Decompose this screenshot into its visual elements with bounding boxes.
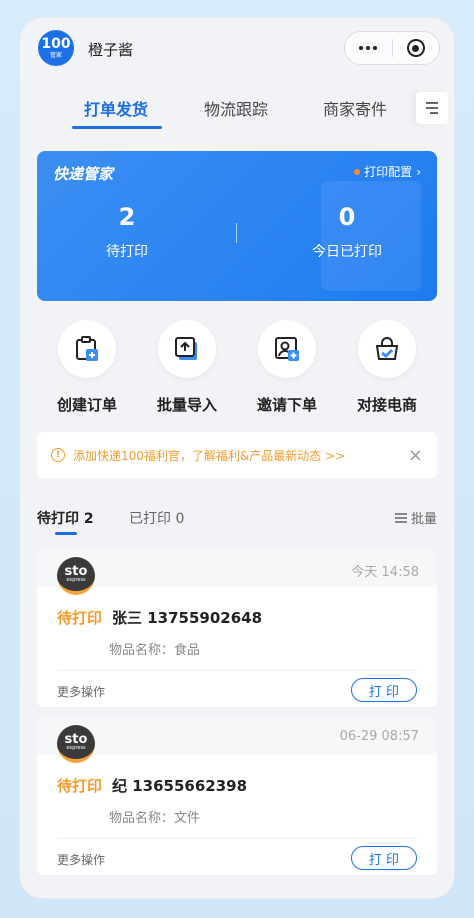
create-order-button[interactable]: 创建订单 [37,320,137,415]
create-order-label: 创建订单 [56,396,117,414]
print-button[interactable]: 打 印 [351,846,417,870]
chevron-right-icon: › [416,164,421,179]
batch-import-button[interactable]: 批量导入 [137,320,237,415]
tab-logistics-track[interactable]: 物流跟踪 [204,96,268,120]
tab-menu-icon[interactable] [416,92,448,124]
notice-bar[interactable]: ! 添加快递100福利官，了解福利&产品最新动态 >> × [37,432,437,478]
order-time: 今天 14:58 [351,565,419,580]
order-card[interactable]: sto express 06-29 08:57 待打印 纪 13655662398… [37,717,437,875]
order-tabs: 待打印 2 已打印 0 批量 [37,508,437,538]
order-tab-indicator [55,532,77,535]
batch-import-icon [175,337,197,360]
ecommerce-icon [375,337,399,360]
ecommerce-label: 对接电商 [356,396,417,414]
mini-program-capsule [344,31,440,65]
more-actions-link[interactable]: 更多操作 [57,683,105,700]
shop-name: 橙子酱 [88,41,134,59]
printed-today-count: 0 [338,203,356,231]
recipient-name-phone: 纪 13655662398 [112,777,248,795]
close-icon[interactable]: × [408,445,423,466]
tab-merchant-send[interactable]: 商家寄件 [323,96,387,120]
order-time: 06-29 08:57 [339,729,419,744]
notify-dot-icon [354,168,361,175]
batch-import-label: 批量导入 [156,396,217,414]
target-icon [406,39,425,57]
tab-pending[interactable]: 待打印 2 [37,508,94,528]
printed-today-stat[interactable]: 0 今日已打印 [257,203,437,261]
order-card[interactable]: sto express 今天 14:58 待打印 张三 13755902648 物… [37,549,437,707]
invite-order-icon [275,337,299,361]
more-dots-icon [359,46,378,50]
print-config-link[interactable]: 打印配置 › [354,163,421,180]
pending-stat[interactable]: 2 待打印 [37,203,217,261]
recipient-name-phone: 张三 13755902648 [112,609,263,627]
main-tabs: 打单发货 物流跟踪 商家寄件 [20,92,454,136]
create-order-icon [76,336,98,361]
tab-print-ship[interactable]: 打单发货 [84,96,148,120]
close-program-button[interactable] [393,32,440,64]
brand-title: 快递管家 [53,165,114,183]
tab-active-indicator [72,126,162,129]
printed-today-label: 今日已打印 [312,244,382,260]
top-bar: 100 管家 橙子酱 [20,18,454,82]
list-icon [394,512,407,523]
print-button[interactable]: 打 印 [351,678,417,702]
invite-order-button[interactable]: 邀请下单 [237,320,337,415]
app-logo: 100 管家 [38,30,74,66]
pending-count: 2 [118,203,136,231]
more-menu-button[interactable] [345,32,392,64]
app-window: 100 管家 橙子酱 打单发货 物流跟踪 商家寄件 快递管家 打印配置 › 2 … [20,18,454,898]
info-icon: ! [51,448,65,462]
ecommerce-button[interactable]: 对接电商 [337,320,437,415]
batch-label: 批量 [410,512,437,527]
notice-text: 添加快递100福利官，了解福利&产品最新动态 >> [73,448,346,463]
logo-text: 100 [41,36,71,52]
print-summary-card: 快递管家 打印配置 › 2 待打印 0 今日已打印 [37,151,437,301]
item-name: 物品名称：文件 [109,811,201,826]
batch-button[interactable]: 批量 [394,508,437,527]
tab-printed[interactable]: 已打印 0 [129,508,184,528]
item-name: 物品名称：食品 [109,643,201,658]
quick-actions: 创建订单 批量导入 邀请下单 对接电商 [37,320,437,420]
order-status: 待打印 [57,609,103,627]
invite-order-label: 邀请下单 [256,396,317,414]
pending-label: 待打印 [106,244,148,260]
more-actions-link[interactable]: 更多操作 [57,851,105,868]
sto-logo: sto express [57,725,95,763]
order-status: 待打印 [57,777,103,795]
print-config-label: 打印配置 [364,165,413,179]
sto-logo: sto express [57,557,95,595]
logo-sub: 管家 [49,52,62,59]
